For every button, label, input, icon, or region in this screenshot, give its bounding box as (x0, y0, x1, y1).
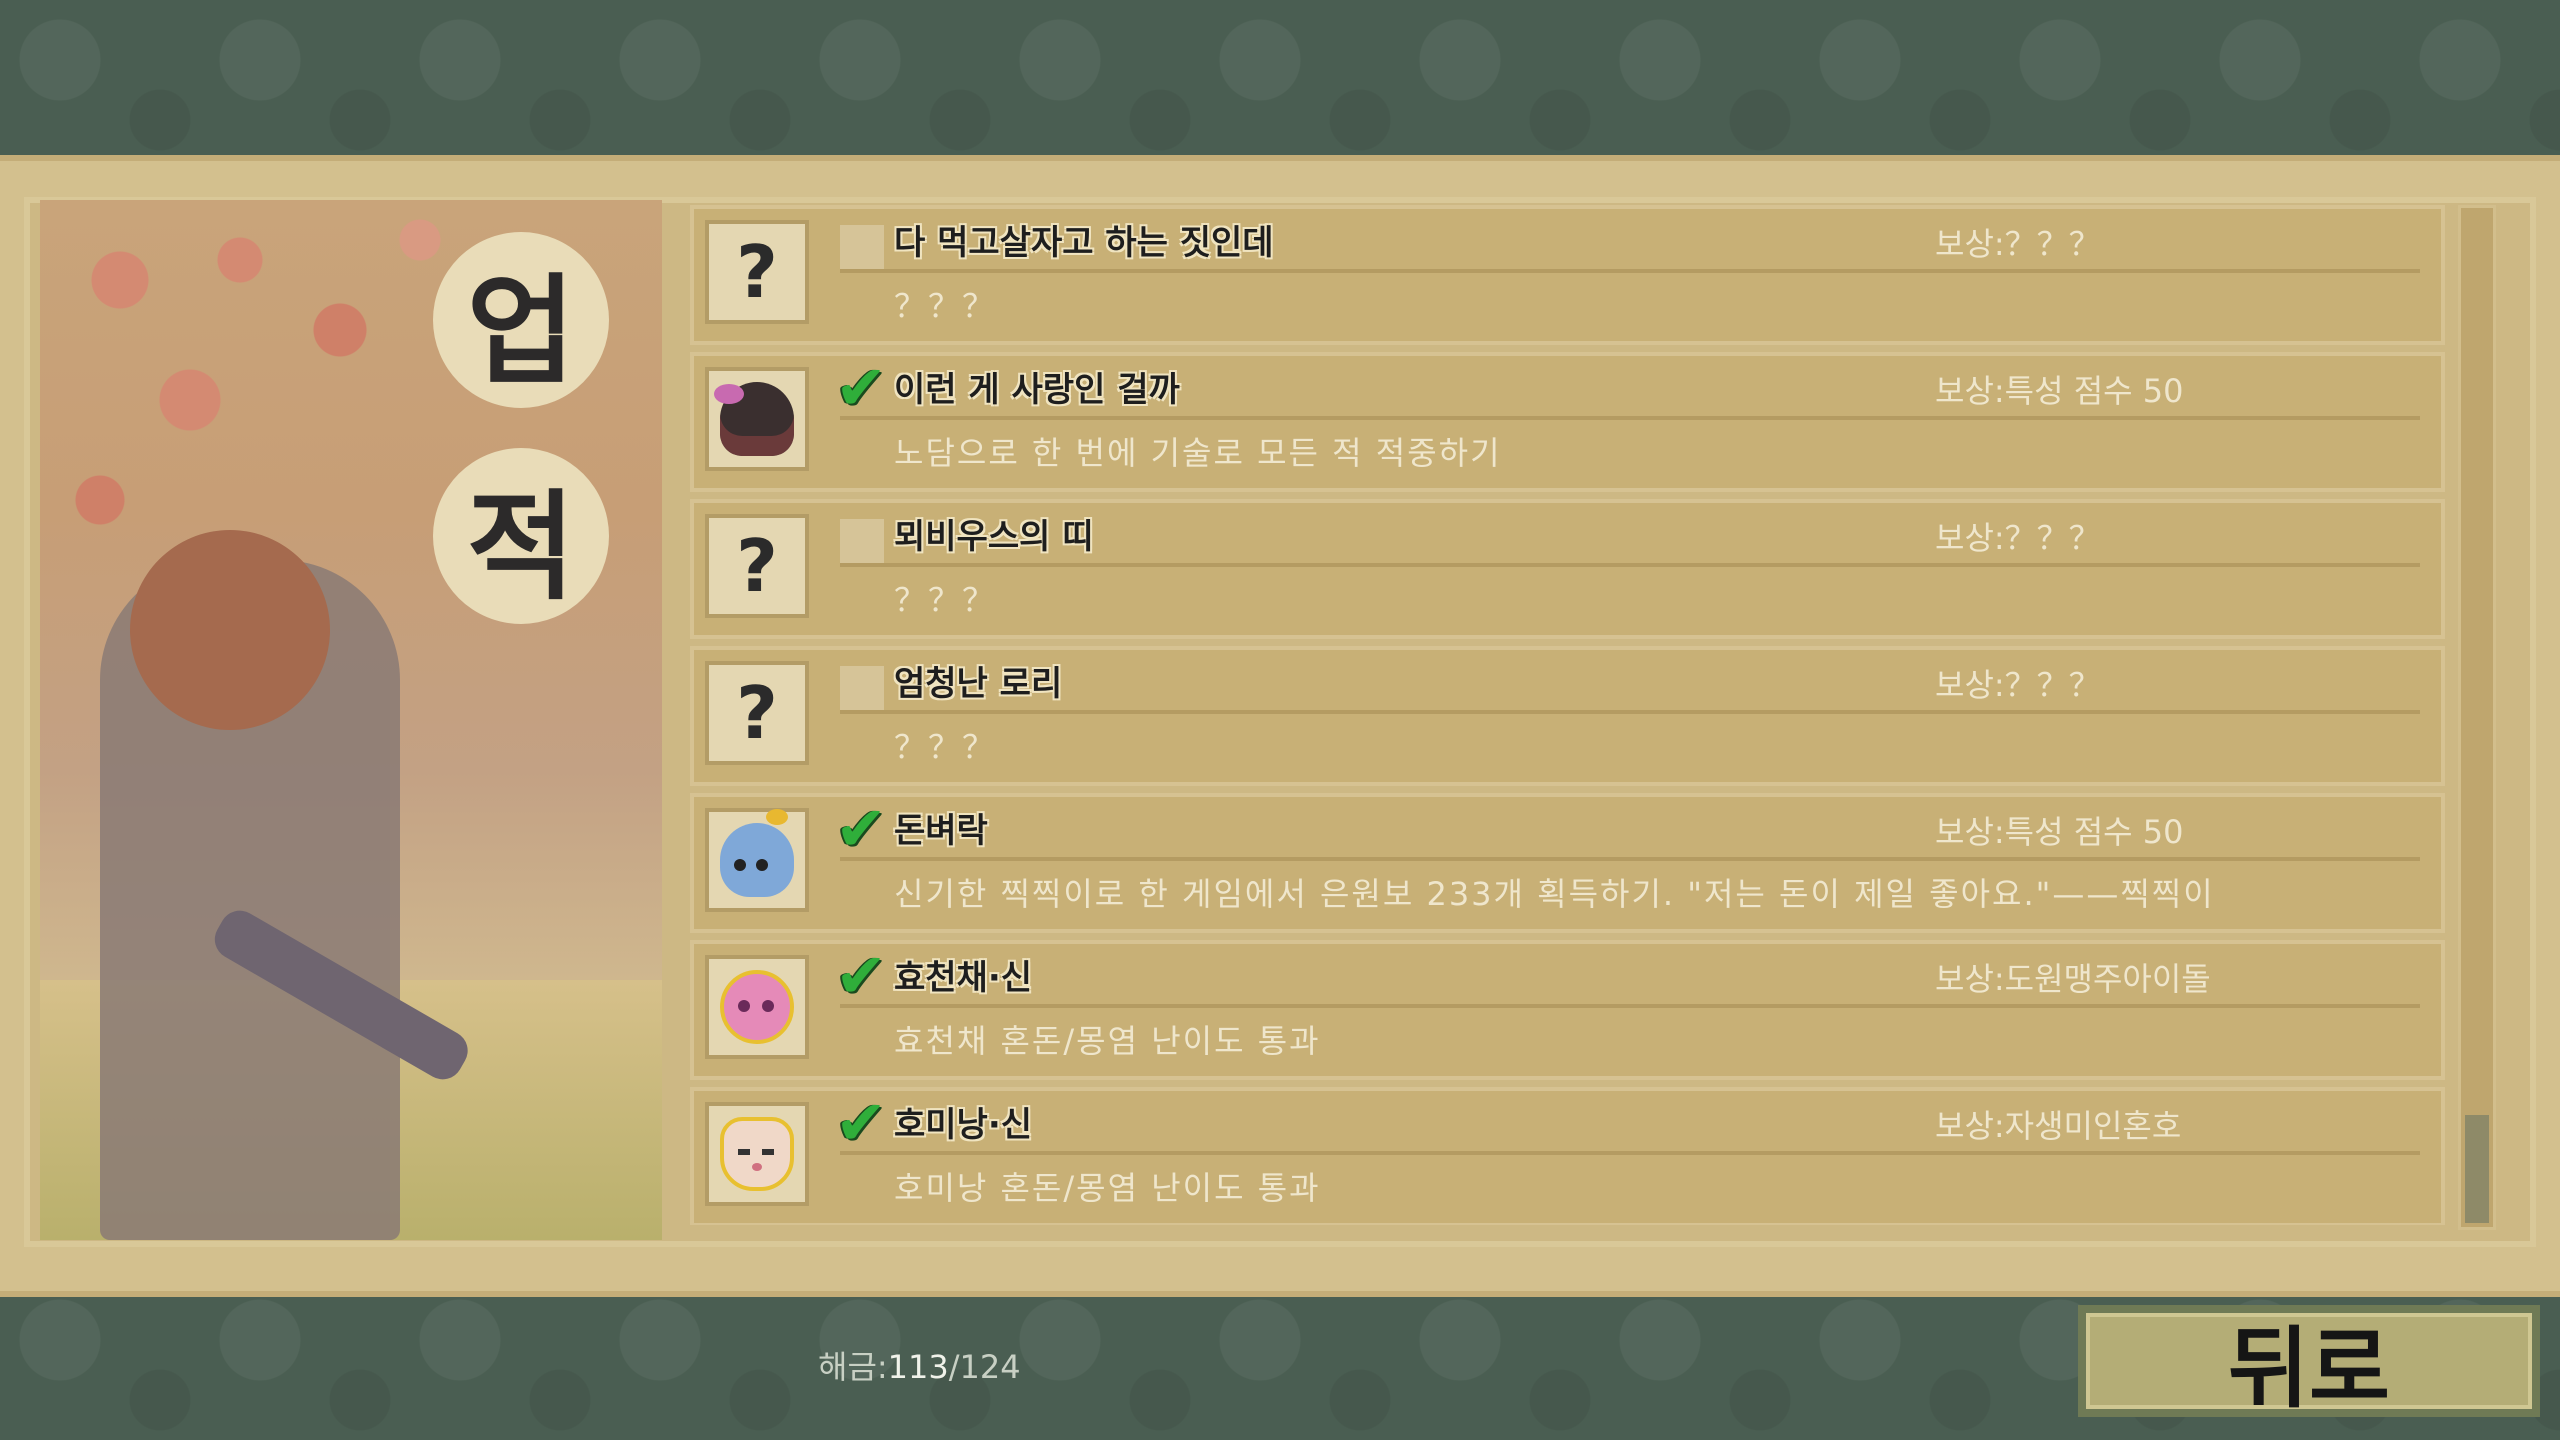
locked-checkbox (840, 225, 884, 269)
locked-checkbox (840, 666, 884, 710)
page-title-char-2: 적 (433, 448, 609, 624)
achievement-list[interactable]: ? 다 먹고살자고 하는 짓인데 보상:？？？ ？？？ ✔ 이런 게 사랑인 걸… (690, 205, 2445, 1225)
pink-bear-girl-icon (705, 955, 809, 1059)
achievement-name: 뫼비우스의 띠 (894, 517, 1094, 557)
row-divider (840, 563, 2420, 567)
row-divider (840, 269, 2420, 273)
achievement-description: ？？？ (894, 728, 997, 766)
achievement-reward: 보상:도원맹주아이돌 (1935, 960, 2211, 998)
row-divider (840, 1004, 2420, 1008)
achievement-description: ？？？ (894, 581, 997, 619)
achievement-reward: 보상:자생미인혼호 (1935, 1107, 2182, 1145)
fox-face-icon (705, 1102, 809, 1206)
blue-bird-icon (705, 808, 809, 912)
check-icon: ✔ (835, 939, 887, 1012)
ninja-character-icon (705, 367, 809, 471)
question-mark-icon: ? (705, 514, 809, 618)
achievement-name: 엄청난 로리 (894, 664, 1063, 704)
achievement-description: 신기한 찍찍이로 한 게임에서 은원보 233개 획득하기. "저는 돈이 제일… (894, 875, 2215, 913)
check-icon: ✔ (835, 351, 887, 424)
row-divider (840, 416, 2420, 420)
achievement-name: 호미낭·신 (894, 1105, 1033, 1145)
achievement-reward: 보상:？？？ (1935, 519, 2101, 557)
achievement-row[interactable]: ? 엄청난 로리 보상:？？？ ？？？ (690, 646, 2445, 786)
achievement-description: 노담으로 한 번에 기술로 모든 적 적중하기 (894, 434, 1502, 472)
achievement-row[interactable]: ✔ 호미낭·신 보상:자생미인혼호 호미낭 혼돈/몽염 난이도 통과 (690, 1087, 2445, 1225)
achievement-row[interactable]: ✔ 효천채·신 보상:도원맹주아이돌 효천채 혼돈/몽염 난이도 통과 (690, 940, 2445, 1080)
check-icon: ✔ (835, 1086, 887, 1159)
page-title-char-1: 업 (433, 232, 609, 408)
check-icon: ✔ (835, 792, 887, 865)
achievement-name: 다 먹고살자고 하는 짓인데 (894, 223, 1274, 263)
achievement-reward: 보상:？？？ (1935, 666, 2101, 704)
question-mark-icon: ? (705, 220, 809, 324)
row-divider (840, 1151, 2420, 1155)
unlock-progress: 해금:113/124 (818, 1342, 1021, 1388)
achievement-row[interactable]: ✔ 돈벼락 보상:특성 점수 50 신기한 찍찍이로 한 게임에서 은원보 23… (690, 793, 2445, 933)
unlock-total: /124 (948, 1348, 1021, 1386)
question-mark-icon: ? (705, 661, 809, 765)
achievement-reward: 보상:특성 점수 50 (1935, 813, 2184, 851)
achievement-description: ？？？ (894, 287, 997, 325)
achievement-name: 이런 게 사랑인 걸까 (894, 370, 1180, 410)
achievement-name: 돈벼락 (894, 811, 988, 851)
achievement-description: 호미낭 혼돈/몽염 난이도 통과 (894, 1169, 1321, 1207)
achievement-row[interactable]: ? 다 먹고살자고 하는 짓인데 보상:？？？ ？？？ (690, 205, 2445, 345)
achievement-row[interactable]: ✔ 이런 게 사랑인 걸까 보상:특성 점수 50 노담으로 한 번에 기술로 … (690, 352, 2445, 492)
achievement-reward: 보상:특성 점수 50 (1935, 372, 2184, 410)
row-divider (840, 710, 2420, 714)
character-head-art (130, 530, 330, 730)
achievement-name: 효천채·신 (894, 958, 1033, 998)
achievement-description: 효천채 혼돈/몽염 난이도 통과 (894, 1022, 1321, 1060)
back-button[interactable]: 뒤로 (2078, 1305, 2540, 1420)
achievement-reward: 보상:？？？ (1935, 225, 2101, 263)
scrollbar-thumb[interactable] (2465, 1115, 2489, 1223)
row-divider (840, 857, 2420, 861)
achievement-row[interactable]: ? 뫼비우스의 띠 보상:？？？ ？？？ (690, 499, 2445, 639)
unlocked-count: 113 (887, 1348, 949, 1386)
unlock-label: 해금: (818, 1348, 888, 1386)
locked-checkbox (840, 519, 884, 563)
list-scrollbar[interactable] (2458, 205, 2496, 1230)
